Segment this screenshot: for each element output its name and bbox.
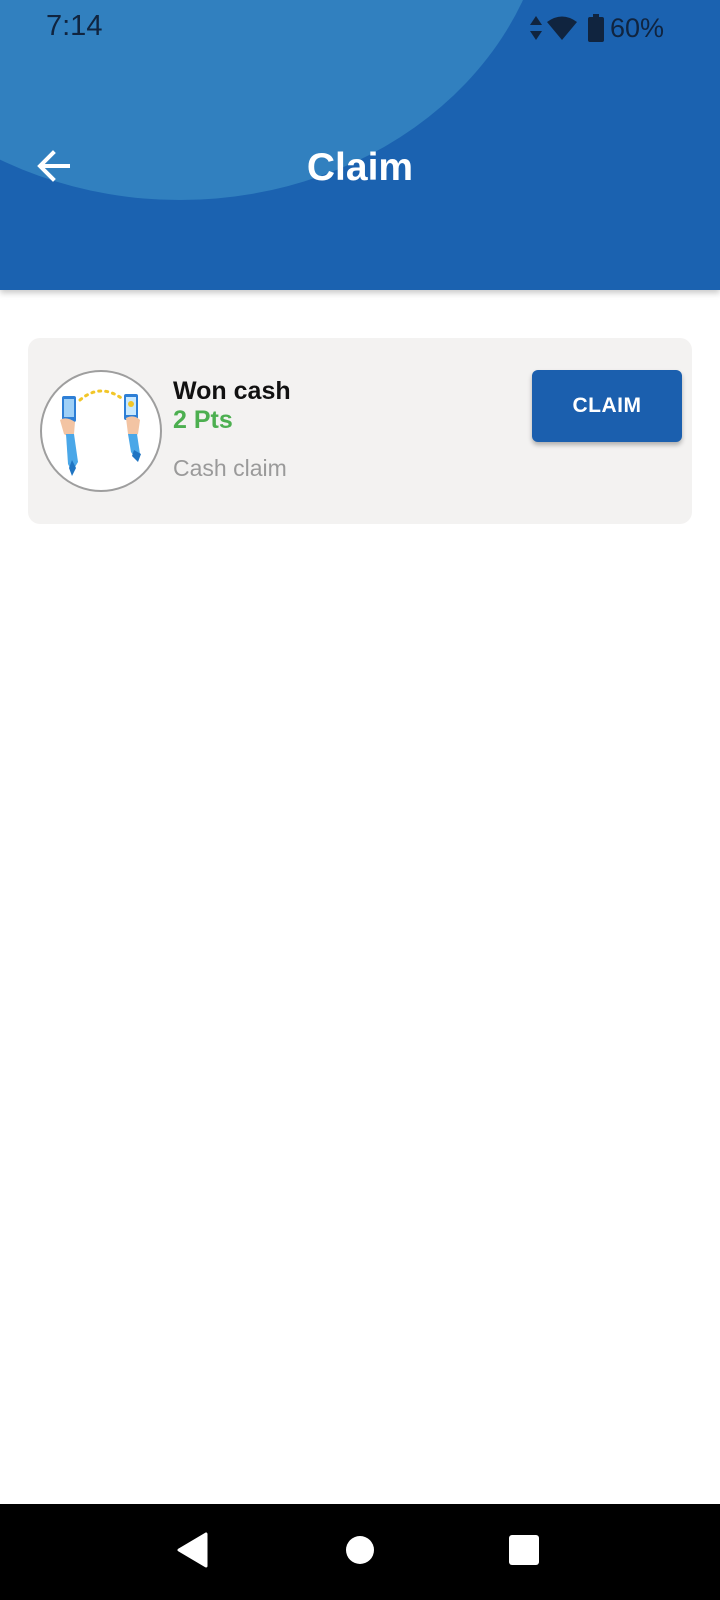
recents-square-icon	[509, 1534, 539, 1570]
navigation-bar	[0, 1504, 720, 1600]
cash-transfer-illustration	[40, 370, 162, 492]
nav-back-button[interactable]	[168, 1528, 216, 1576]
claim-points: 2 Pts	[173, 406, 233, 434]
battery-icon	[587, 14, 604, 42]
nav-recents-button[interactable]	[500, 1528, 548, 1576]
battery-percent: 60%	[609, 12, 664, 43]
status-icons: 60%	[529, 10, 664, 46]
wifi-icon	[546, 15, 578, 41]
data-arrows-icon	[529, 15, 543, 41]
status-bar: 7:14 60%	[0, 0, 720, 56]
home-circle-icon	[345, 1535, 375, 1570]
claim-title: Won cash	[173, 377, 291, 405]
claim-card: Won cash 2 Pts Cash claim CLAIM	[28, 338, 692, 524]
claim-button[interactable]: CLAIM	[532, 370, 682, 442]
nav-home-button[interactable]	[336, 1528, 384, 1576]
status-time: 7:14	[46, 10, 103, 42]
back-triangle-icon	[176, 1532, 208, 1573]
page-title: Claim	[306, 146, 414, 189]
app-header: 7:14 60% Claim	[0, 0, 720, 290]
claim-subtitle: Cash claim	[173, 455, 287, 481]
